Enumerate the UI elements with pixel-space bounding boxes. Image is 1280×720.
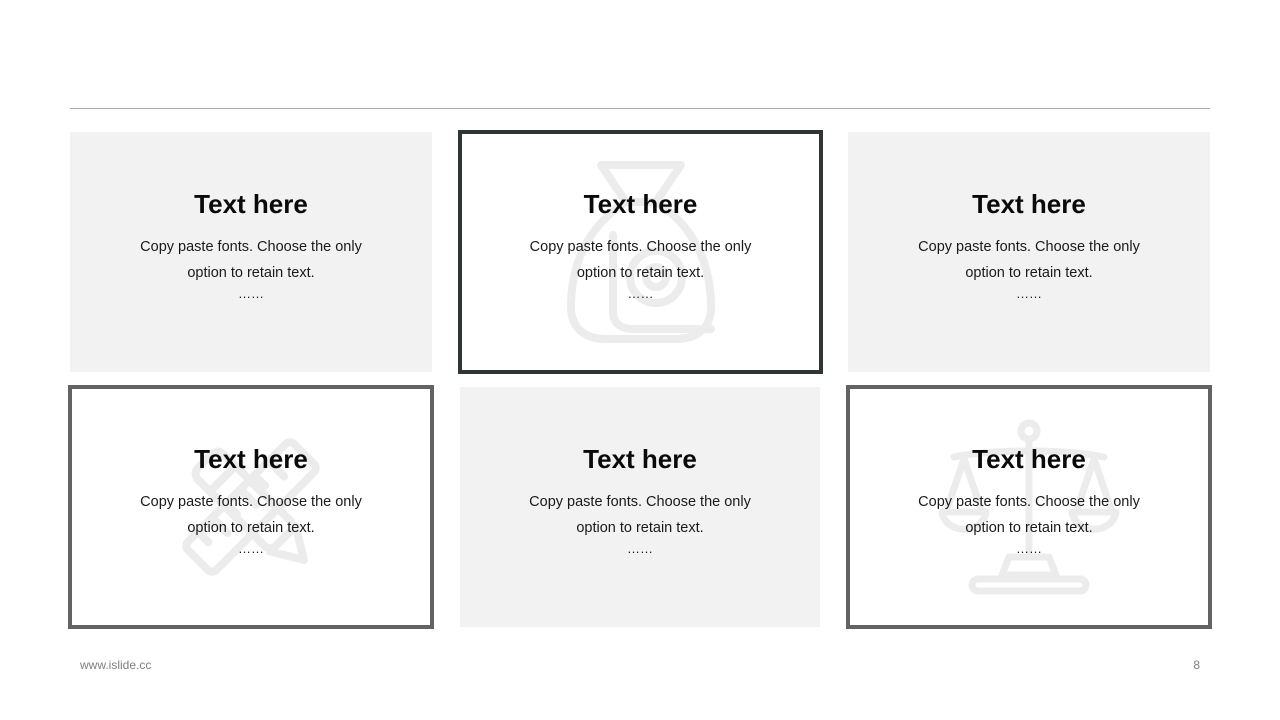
card-body: Copy paste fonts. Choose the only option… bbox=[918, 494, 1140, 536]
card-body: Copy paste fonts. Choose the only option… bbox=[140, 494, 362, 536]
card-title: Text here bbox=[583, 189, 698, 219]
card-body: Copy paste fonts. Choose the only option… bbox=[140, 239, 362, 281]
card-content: Text here Copy paste fonts. Choose the o… bbox=[460, 443, 820, 557]
card-5: Text here Copy paste fonts. Choose the o… bbox=[460, 387, 820, 627]
card-body: Copy paste fonts. Choose the only option… bbox=[529, 239, 752, 281]
card-ellipsis: …… bbox=[1016, 541, 1042, 556]
card-ellipsis: …… bbox=[627, 541, 653, 556]
card-content: Text here Copy paste fonts. Choose the o… bbox=[462, 188, 819, 302]
card-content: Text here Copy paste fonts. Choose the o… bbox=[72, 443, 430, 557]
card-title: Text here bbox=[972, 444, 1086, 474]
page-number: 8 bbox=[1193, 658, 1200, 672]
card-1: Text here Copy paste fonts. Choose the o… bbox=[70, 132, 432, 372]
card-title: Text here bbox=[972, 189, 1086, 219]
card-4: Text here Copy paste fonts. Choose the o… bbox=[68, 385, 434, 629]
card-content: Text here Copy paste fonts. Choose the o… bbox=[848, 188, 1210, 302]
card-ellipsis: …… bbox=[238, 541, 264, 556]
card-content: Text here Copy paste fonts. Choose the o… bbox=[70, 188, 432, 302]
card-ellipsis: …… bbox=[1016, 286, 1042, 301]
card-body: Copy paste fonts. Choose the only option… bbox=[918, 239, 1140, 281]
card-2: Text here Copy paste fonts. Choose the o… bbox=[458, 130, 823, 374]
card-3: Text here Copy paste fonts. Choose the o… bbox=[848, 132, 1210, 372]
card-title: Text here bbox=[194, 444, 308, 474]
card-ellipsis: …… bbox=[238, 286, 264, 301]
slide: Text here Copy paste fonts. Choose the o… bbox=[0, 0, 1280, 720]
card-title: Text here bbox=[583, 444, 697, 474]
top-divider bbox=[70, 108, 1210, 109]
card-content: Text here Copy paste fonts. Choose the o… bbox=[850, 443, 1208, 557]
footer-url[interactable]: www.islide.cc bbox=[80, 658, 151, 672]
card-6: Text here Copy paste fonts. Choose the o… bbox=[846, 385, 1212, 629]
card-ellipsis: …… bbox=[627, 286, 654, 301]
card-body: Copy paste fonts. Choose the only option… bbox=[529, 494, 751, 536]
card-title: Text here bbox=[194, 189, 308, 219]
